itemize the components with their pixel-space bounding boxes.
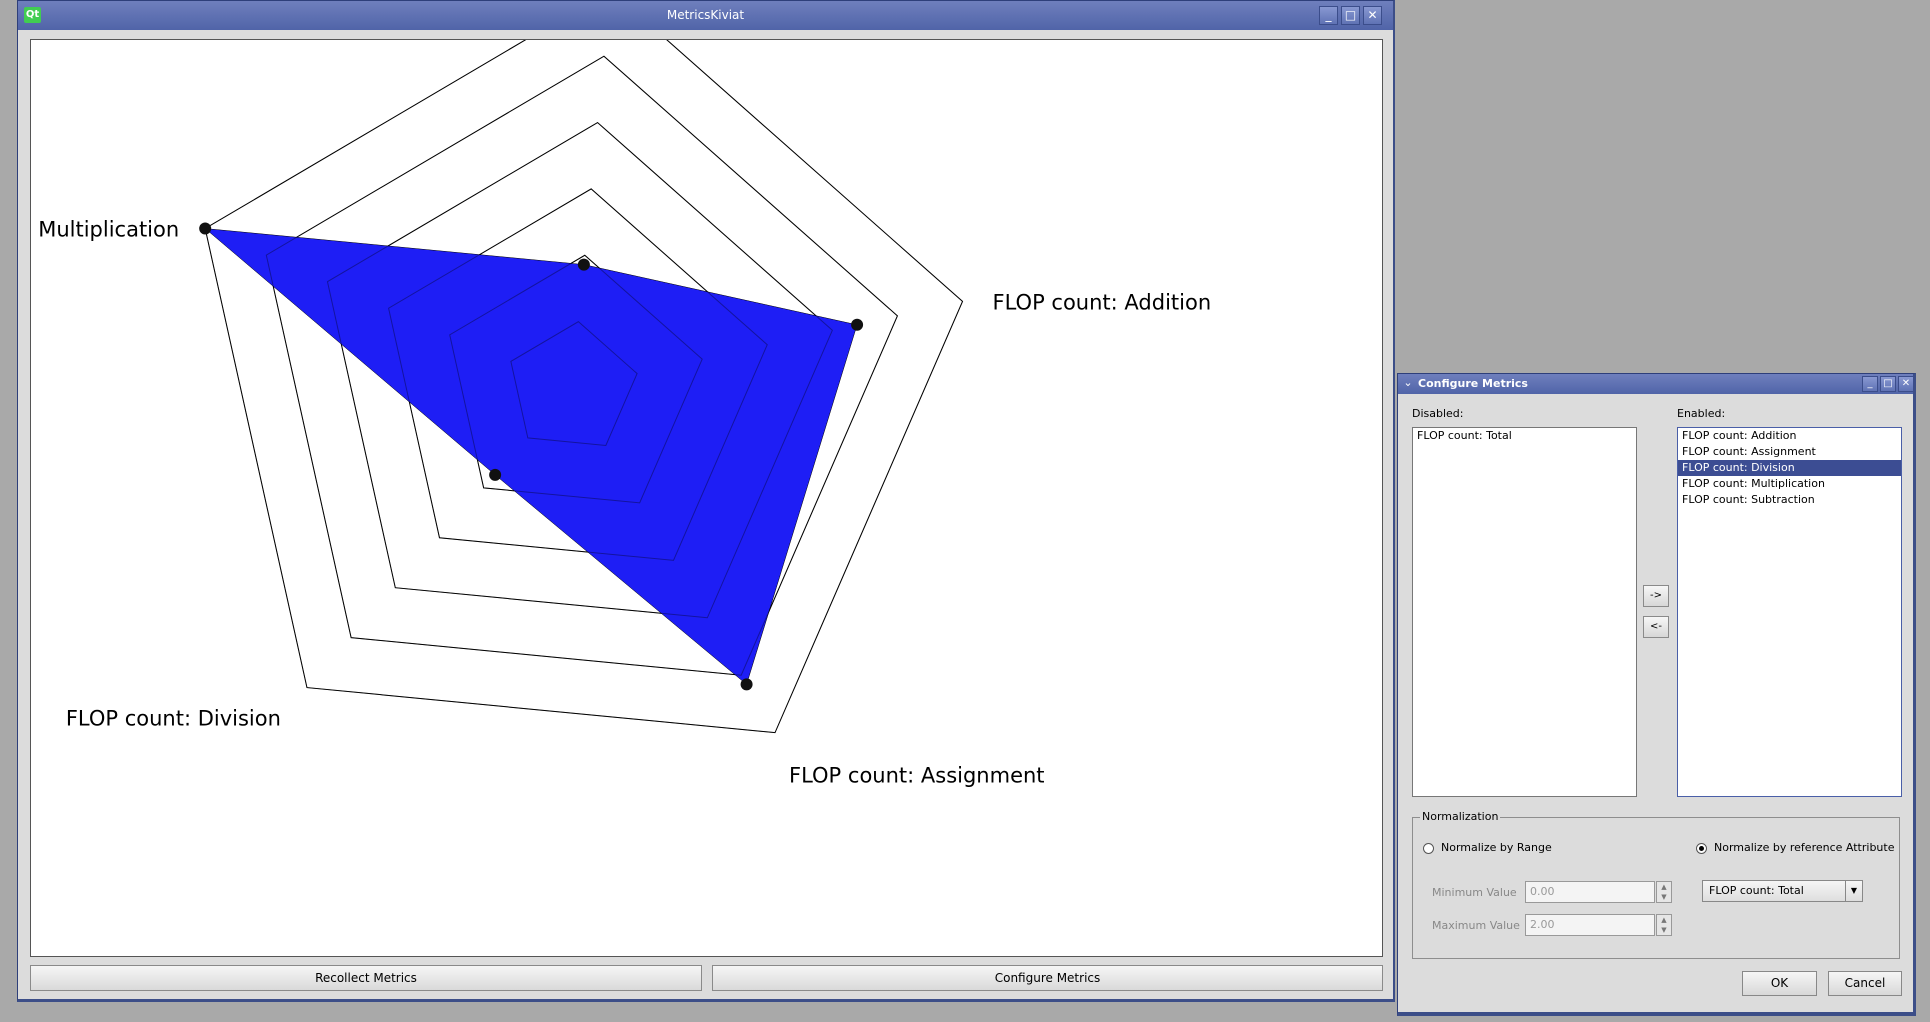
enabled-list-label: Enabled: — [1677, 407, 1726, 420]
enabled-list-item[interactable]: FLOP count: Division — [1678, 460, 1901, 476]
dialog-minimize-button[interactable]: _ — [1862, 376, 1878, 392]
chevron-down-icon[interactable]: ▼ — [1845, 881, 1862, 901]
maximum-value-spinbox[interactable]: 2.00 ▲ ▼ — [1525, 914, 1672, 936]
reference-attribute-combo[interactable]: FLOP count: Total ▼ — [1702, 880, 1863, 902]
disabled-list-item[interactable]: FLOP count: Total — [1413, 428, 1636, 444]
maximum-value-stepper-icon[interactable]: ▲ ▼ — [1656, 914, 1672, 936]
axis-label: FLOP count: Multiplication — [31, 218, 179, 242]
enabled-list-item[interactable]: FLOP count: Addition — [1678, 428, 1901, 444]
normalization-group: Normalization Normalize by Range Normali… — [1412, 810, 1900, 959]
dialog-title: Configure Metrics — [1418, 377, 1528, 390]
maximum-value-text: 2.00 — [1530, 918, 1555, 931]
move-to-enabled-button[interactable]: <- — [1643, 616, 1669, 638]
normalize-by-reference-label[interactable]: Normalize by reference Attribute — [1714, 841, 1894, 854]
enabled-list-item[interactable]: FLOP count: Assignment — [1678, 444, 1901, 460]
enabled-list-item[interactable]: FLOP count: Subtraction — [1678, 492, 1901, 508]
kiviat-chart: FLOP count: Addition FLOP count: Assignme… — [31, 40, 1212, 788]
ok-button[interactable]: OK — [1742, 971, 1817, 996]
window-title: MetricsKiviat — [666, 8, 745, 22]
minimum-value-stepper-icon[interactable]: ▲ ▼ — [1656, 881, 1672, 903]
dialog-titlebar[interactable]: ⌄ Configure Metrics _ □ ✕ — [1398, 374, 1914, 394]
main-titlebar[interactable]: Qt MetricsKiviat _ □ ✕ — [18, 1, 1393, 30]
kiviat-chart-area: FLOP count: Addition FLOP count: Assignme… — [30, 39, 1383, 957]
normalize-by-range-label[interactable]: Normalize by Range — [1441, 841, 1552, 854]
data-point — [851, 318, 864, 331]
normalize-by-range-radio[interactable] — [1423, 843, 1434, 854]
data-point — [577, 258, 590, 271]
enabled-list-item[interactable]: FLOP count: Multiplication — [1678, 476, 1901, 492]
configure-metrics-dialog: ⌄ Configure Metrics _ □ ✕ Disabled: Enab… — [1397, 373, 1916, 1016]
normalization-title: Normalization — [1420, 810, 1501, 823]
dialog-maximize-button[interactable]: □ — [1880, 376, 1896, 392]
axis-label: FLOP count: Division — [66, 707, 281, 731]
configure-metrics-button[interactable]: Configure Metrics — [712, 965, 1383, 991]
maximize-button[interactable]: □ — [1341, 6, 1360, 25]
recollect-metrics-button[interactable]: Recollect Metrics — [30, 965, 702, 991]
disabled-list-label: Disabled: — [1412, 407, 1464, 420]
main-window: Qt MetricsKiviat _ □ ✕ FLOP count: Addit… — [17, 0, 1395, 1002]
minimum-value-text: 0.00 — [1530, 885, 1555, 898]
normalize-by-reference-radio[interactable] — [1696, 843, 1707, 854]
enabled-metrics-list[interactable]: FLOP count: Addition FLOP count: Assignme… — [1677, 427, 1902, 797]
disabled-metrics-list[interactable]: FLOP count: Total — [1412, 427, 1637, 797]
maximum-value-label: Maximum Value — [1432, 919, 1520, 932]
data-point — [740, 678, 753, 691]
data-polygon — [204, 228, 858, 685]
data-point — [199, 222, 212, 235]
axis-label: FLOP count: Assignment — [789, 764, 1045, 788]
minimum-value-label: Minimum Value — [1432, 886, 1517, 899]
reference-attribute-value: FLOP count: Total — [1709, 884, 1804, 897]
window-menu-icon[interactable]: ⌄ — [1401, 376, 1415, 390]
close-button[interactable]: ✕ — [1363, 6, 1382, 25]
data-point — [489, 468, 502, 481]
minimize-button[interactable]: _ — [1319, 6, 1338, 25]
cancel-button[interactable]: Cancel — [1828, 971, 1902, 996]
minimum-value-spinbox[interactable]: 0.00 ▲ ▼ — [1525, 881, 1672, 903]
dialog-close-button[interactable]: ✕ — [1898, 376, 1914, 392]
move-to-disabled-button[interactable]: -> — [1643, 585, 1669, 607]
axis-label: FLOP count: Addition — [993, 290, 1212, 314]
